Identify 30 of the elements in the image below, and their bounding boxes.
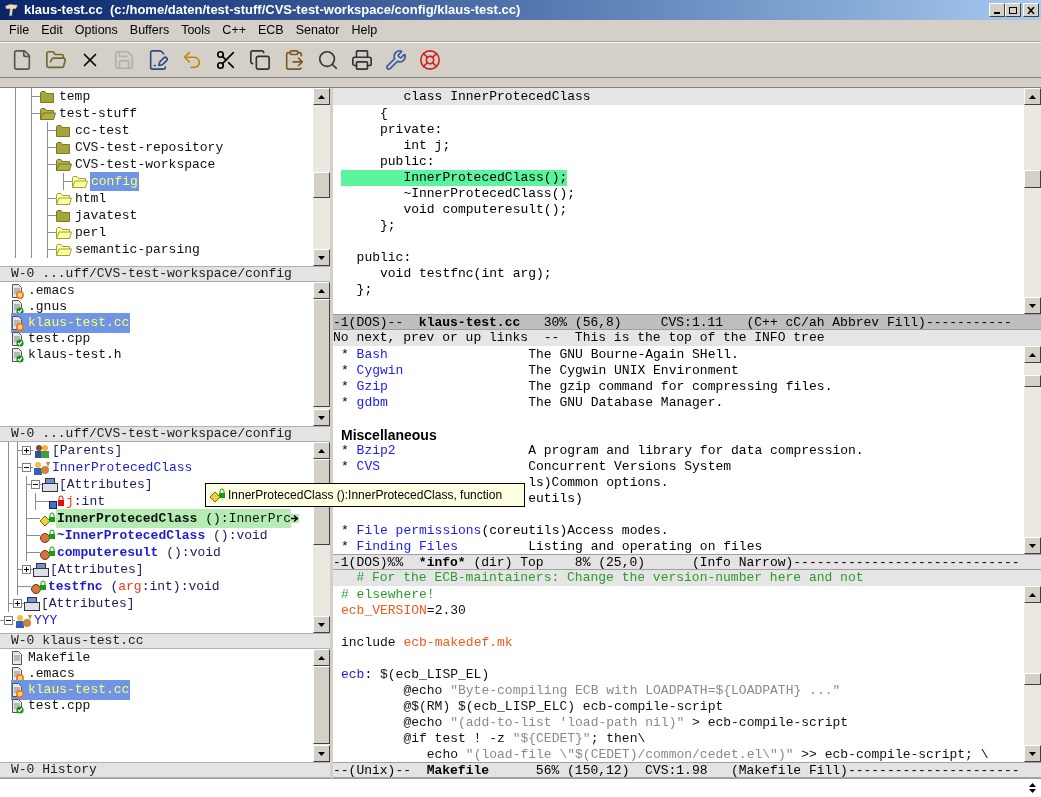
- code-line: ecb: $(ecb_LISP_EL): [341, 667, 490, 682]
- bullet: *: [341, 443, 350, 459]
- tooltip: InnerProtecedClass ():InnerProtecedClass, function: [205, 483, 525, 507]
- info-description: (coreutils)Access modes.: [481, 523, 669, 539]
- info-description: Concurrent Versions System: [528, 459, 732, 475]
- code-line: @echo "(add-to-list 'load-path nil)" > ecb-compile-script: [402, 715, 849, 730]
- window-title: klaus-test.cc (c:/home/daten/test-stuff/CVS-test-workspace/config/klaus-test.cc): [24, 1, 521, 20]
- code-line: # elsewhere!: [341, 587, 435, 602]
- info-description: The Cygwin UNIX Environment: [528, 363, 739, 379]
- info-description: ls)Common options.: [528, 475, 669, 490]
- bullet: *: [341, 363, 350, 379]
- info-description: Listing and operating on files: [528, 539, 763, 555]
- bullet: *: [341, 379, 350, 395]
- code-line: include ecb-makedef.mk: [341, 635, 513, 650]
- info-description: eutils): [528, 491, 583, 506]
- info-description: The GNU Bourne-Again SHell.: [528, 347, 739, 363]
- bullet: *: [341, 395, 350, 411]
- code-line: @if test ! -z "${CEDET}"; then\: [402, 731, 646, 746]
- code-line: @echo "Byte-compiling ECB with LOADPATH=${LOADPATH} ...": [402, 683, 841, 698]
- info-description: The gzip command for compressing files.: [528, 379, 833, 395]
- info-description: A program and library for data compression.: [528, 443, 864, 459]
- section-heading: Miscellaneous: [341, 427, 437, 443]
- info-description: The GNU Database Manager.: [528, 395, 724, 411]
- bullet: *: [341, 539, 350, 555]
- bullet: *: [341, 523, 350, 539]
- code-line: ecb_VERSION=2.30: [341, 603, 466, 618]
- code-line: echo "(load-file \"$(CEDET)/common/cedet.el\")" >> ecb-compile-script; \: [425, 747, 989, 762]
- bullet: *: [341, 347, 350, 363]
- code-line: @$(RM) $(ecb_LISP_ELC) ecb-compile-script: [402, 699, 724, 714]
- bullet: *: [341, 459, 350, 475]
